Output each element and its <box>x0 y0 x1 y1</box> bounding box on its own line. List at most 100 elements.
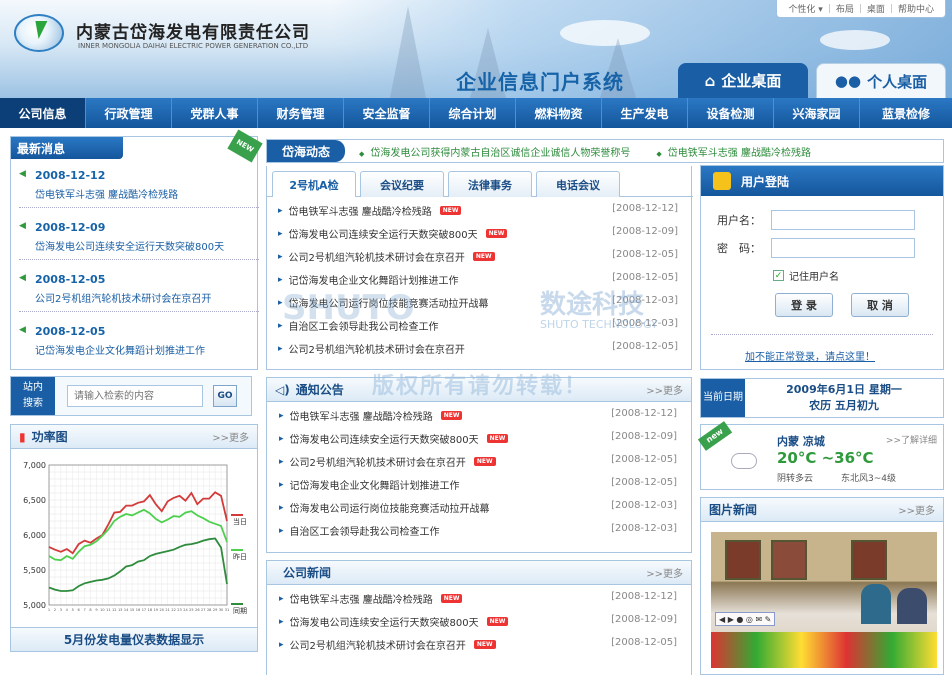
search-go-button[interactable]: GO <box>213 385 237 407</box>
x-tick-label: 22 <box>171 608 175 612</box>
article-row[interactable]: 公司2号机组汽轮机技术研讨会在京召开 NEW <box>278 249 495 264</box>
password-input[interactable] <box>771 238 915 258</box>
article-row[interactable]: 自治区工会领导赴我公司检查工作 <box>279 523 440 538</box>
search-input[interactable] <box>67 385 203 407</box>
login-help-link[interactable]: 加不能正常登录，请点这里！ <box>745 348 875 363</box>
weather-cloud-icon <box>731 453 757 469</box>
tab-legal-affairs[interactable]: 法律事务 <box>448 171 532 197</box>
article-row[interactable]: 岱海发电公司连续安全运行天数突破800天 NEW <box>278 226 508 241</box>
tab-unit2-inspection[interactable]: 2号机A检 <box>272 171 356 197</box>
x-tick-label: 14 <box>124 608 129 612</box>
article-row[interactable]: 记岱海发电企业文化舞蹈计划推进工作 <box>278 272 459 287</box>
login-button[interactable]: 登 录 <box>775 293 833 317</box>
news-item[interactable]: 2008-12-05 记岱海发电企业文化舞蹈计划推进工作 <box>19 325 259 363</box>
photo-more-link[interactable]: >>更多 <box>898 502 935 517</box>
new-badge: NEW <box>227 129 263 163</box>
article-row[interactable]: 公司2号机组汽轮机技术研讨会在京召开 NEW <box>279 454 496 469</box>
article-date: [2008-12-05] <box>612 249 678 260</box>
nav-item[interactable]: 设备检测 <box>688 98 774 128</box>
nav-item[interactable]: 燃料物资 <box>516 98 602 128</box>
weather-desc: 阴转多云 <box>777 474 814 484</box>
photo-news-image[interactable]: ◀ ▶ ● ◎ ✉ ✎ <box>711 532 937 668</box>
x-tick-label: 20 <box>159 608 163 612</box>
remember-checkbox[interactable]: ✓ <box>773 270 784 281</box>
news-item[interactable]: 2008-12-05 公司2号机组汽轮机技术研讨会在京召开 <box>19 273 259 312</box>
top-links: 个性化 ▾ | 布局 | 桌面 | 帮助中心 <box>776 0 946 18</box>
x-tick-label: 23 <box>177 608 181 612</box>
company-news-panel: 公司新闻 >>更多 岱电铁军斗志强 鏖战酷冷检残路 NEW [2008-12-12]… <box>266 560 692 675</box>
lunar-date: 农历 五月初九 <box>809 399 879 412</box>
article-row[interactable]: 岱海发电公司连续安全运行天数突破800天 NEW <box>279 614 509 629</box>
article-date: [2008-12-09] <box>612 226 678 237</box>
company-name-en: INNER MONGOLIA DAIHAI ELECTRIC POWER GEN… <box>78 42 309 50</box>
new-badge: NEW <box>439 206 462 215</box>
username-input[interactable] <box>771 210 915 230</box>
article-date: [2008-12-05] <box>611 454 677 465</box>
y-tick-label: 5,000 <box>23 601 46 610</box>
article-title: 公司2号机组汽轮机技术研讨会在京召开 <box>288 253 465 264</box>
company-news-more-link[interactable]: >>更多 <box>646 565 683 580</box>
nav-item[interactable]: 行政管理 <box>86 98 172 128</box>
article-row[interactable]: 岱电铁军斗志强 鏖战酷冷检残路 NEW <box>278 203 462 218</box>
photo-toolbar[interactable]: ◀ ▶ ● ◎ ✉ ✎ <box>715 612 776 626</box>
notice-more-link[interactable]: >>更多 <box>646 382 683 397</box>
tab-meeting-minutes[interactable]: 会议纪要 <box>360 171 444 197</box>
article-row[interactable]: 岱电铁军斗志强 鏖战酷冷检残路 NEW <box>279 591 463 606</box>
watermark-notice: 版权所有请勿转载！ <box>372 374 589 399</box>
remember-row: ✓ 记住用户名 <box>773 270 839 283</box>
nav-item[interactable]: 安全监督 <box>344 98 430 128</box>
legend-label: 当日 <box>233 517 247 526</box>
nav-item[interactable]: 蓝景检修 <box>860 98 952 128</box>
ticker-item[interactable]: 岱电铁军斗志强 鏖战酷冷检残路 <box>656 144 811 159</box>
x-tick-label: 21 <box>165 608 169 612</box>
article-date: [2008-12-03] <box>611 523 677 534</box>
date-label: 当前 日期 <box>701 379 745 417</box>
article-title: 公司2号机组汽轮机技术研讨会在京召开 <box>289 458 466 469</box>
chart-more-link[interactable]: >>更多 <box>212 429 249 444</box>
tab-phone-meeting[interactable]: 电话会议 <box>536 171 620 197</box>
help-link[interactable]: 帮助中心 <box>893 2 939 15</box>
news-item[interactable]: 2008-12-12 岱电铁军斗志强 鏖战酷冷检残路 <box>19 169 259 208</box>
power-line-chart: 7,0006,5006,0005,5005,000 1 2 3 4 5 6 7 8 9 10 11 12… <box>23 461 247 615</box>
nav-item[interactable]: 综合计划 <box>430 98 516 128</box>
article-row[interactable]: 岱海发电公司运行岗位技能竞赛活动拉开战幕 <box>279 500 490 515</box>
company-name: 内蒙古岱海发电有限责任公司 <box>76 23 310 43</box>
article-row[interactable]: 岱电铁军斗志强 鏖战酷冷检残路 NEW <box>279 408 463 423</box>
x-tick-label: 19 <box>154 608 158 612</box>
tab-enterprise-desktop[interactable]: ⌂ 企业桌面 <box>678 63 808 98</box>
ticker-item[interactable]: 岱海发电公司获得内蒙古自治区诚信企业诚信人物荣誉称号 <box>359 144 630 159</box>
news-item[interactable]: 2008-12-09 岱海发电公司连续安全运行天数突破800天 <box>19 221 259 260</box>
login-panel: 用户登陆 用户名： 密 码： ✓ 记住用户名 登 录 取 消 加不能正常登录，请点… <box>700 165 944 370</box>
personalize-link[interactable]: 个性化 ▾ <box>783 2 827 15</box>
tab-personal-desktop[interactable]: ●● 个人桌面 <box>816 63 946 98</box>
nav-item[interactable]: 党群人事 <box>172 98 258 128</box>
article-date: [2008-12-05] <box>612 272 678 283</box>
cancel-button[interactable]: 取 消 <box>851 293 909 317</box>
nav-item[interactable]: 公司信息 <box>0 98 86 128</box>
x-tick-label: 30 <box>219 608 223 612</box>
nav-item[interactable]: 生产发电 <box>602 98 688 128</box>
nav-item[interactable]: 财务管理 <box>258 98 344 128</box>
tab-strip: 2号机A检 会议纪要 法律事务 电话会议 <box>272 171 624 197</box>
article-row[interactable]: 公司2号机组汽轮机技术研讨会在京召开 <box>278 341 465 356</box>
date-line: 2009年6月1日 星期一 <box>786 383 902 396</box>
x-tick-label: 1 <box>48 608 50 612</box>
site-search: 站内搜索 GO <box>10 376 252 416</box>
article-date: [2008-12-05] <box>611 477 677 488</box>
weather-more-link[interactable]: >>了解详细 <box>886 433 937 446</box>
y-tick-label: 6,000 <box>23 531 46 540</box>
x-tick-label: 17 <box>142 608 146 612</box>
nav-item[interactable]: 兴海家园 <box>774 98 860 128</box>
article-row[interactable]: 岱海发电公司连续安全运行天数突破800天 NEW <box>279 431 509 446</box>
article-date: [2008-12-09] <box>611 431 677 442</box>
legend-label: 昨日 <box>233 552 247 561</box>
desktop-link[interactable]: 桌面 <box>862 2 890 15</box>
layout-link[interactable]: 布局 <box>831 2 859 15</box>
article-row[interactable]: 公司2号机组汽轮机技术研讨会在京召开 NEW <box>279 637 496 652</box>
article-date: [2008-12-12] <box>611 591 677 602</box>
article-row[interactable]: 记岱海发电企业文化舞蹈计划推进工作 <box>279 477 460 492</box>
photo-news-title: 图片新闻 >>更多 <box>701 498 943 522</box>
users-icon: ●● <box>834 72 862 90</box>
new-badge: NEW <box>485 229 508 238</box>
weather-wind: 东北风3~4级 <box>841 474 896 484</box>
